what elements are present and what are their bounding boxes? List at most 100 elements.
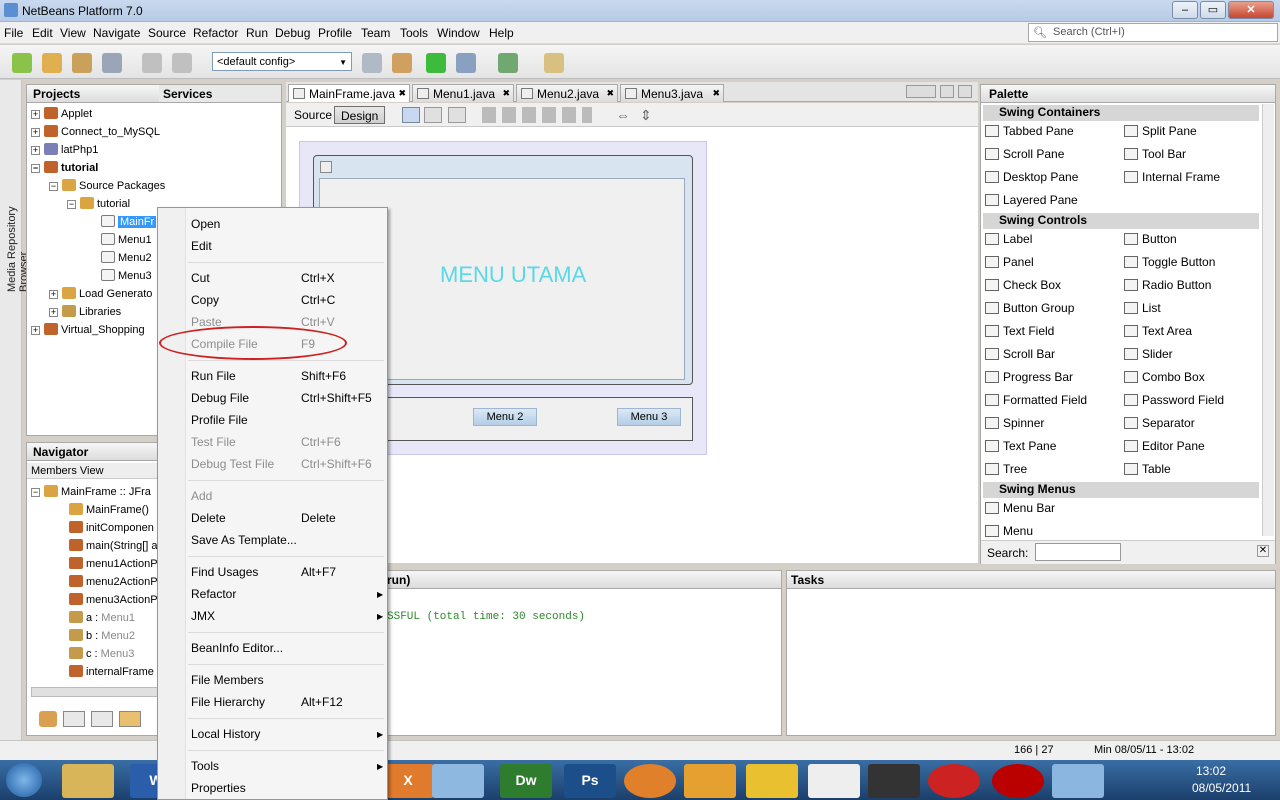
palette-item[interactable]: Button [1124, 232, 1177, 246]
menu-item-file-members[interactable]: File Members [191, 673, 264, 687]
palette-item[interactable]: Slider [1124, 347, 1173, 361]
debug-icon[interactable] [456, 53, 476, 73]
open-project-icon[interactable] [72, 53, 92, 73]
palette-scrollbar[interactable] [1262, 104, 1274, 536]
section-swing-controls[interactable]: Swing Controls [983, 213, 1259, 229]
close-icon[interactable]: ✖ [712, 88, 720, 99]
menu-file[interactable]: File [4, 26, 23, 40]
selection-mode-icon[interactable] [402, 107, 420, 123]
redo-icon[interactable] [172, 53, 192, 73]
palette-item[interactable]: Password Field [1124, 393, 1224, 407]
xampp-icon[interactable]: X [382, 764, 434, 798]
palette-item[interactable]: Tabbed Pane [985, 124, 1074, 138]
maximize-button[interactable]: ▭ [1200, 1, 1226, 19]
close-icon[interactable]: ✕ [1257, 545, 1269, 557]
menu-item-debug-file[interactable]: Debug File [191, 391, 249, 405]
palette-item[interactable]: Text Pane [985, 439, 1056, 453]
palette-item[interactable]: Layered Pane [985, 193, 1078, 207]
preview-design-icon[interactable] [448, 107, 466, 123]
nav-item[interactable]: − MainFrame :: JFra [31, 485, 151, 498]
palette-item[interactable]: Tree [985, 462, 1027, 476]
apply-code-changes-icon[interactable] [544, 53, 564, 73]
tab-mainframe[interactable]: MainFrame.java ✖ [288, 84, 410, 102]
minimize-button[interactable]: – [1172, 1, 1198, 19]
tree-item-menu1[interactable]: Menu1 [101, 233, 152, 246]
connection-mode-icon[interactable] [424, 107, 442, 123]
menu-item-run-file[interactable]: Run File [191, 369, 236, 383]
align-tools-icon[interactable] [482, 107, 592, 123]
menu-item-file-hierarchy[interactable]: File Hierarchy [191, 695, 265, 709]
run-icon[interactable] [426, 53, 446, 73]
close-icon[interactable]: ✖ [606, 88, 614, 99]
palette-item[interactable]: Scroll Pane [985, 147, 1064, 161]
smart-icon[interactable] [928, 764, 980, 798]
palette-item[interactable]: Internal Frame [1124, 170, 1220, 184]
build-icon[interactable] [362, 53, 382, 73]
palette-item[interactable]: Separator [1124, 416, 1195, 430]
filter-static-icon[interactable] [91, 711, 113, 727]
filter-nonpublic-icon[interactable] [119, 711, 141, 727]
resize-horizontal-icon[interactable]: ⇔ [616, 107, 634, 123]
clean-build-icon[interactable] [392, 53, 412, 73]
menu-view[interactable]: View [60, 26, 86, 40]
close-button[interactable]: ✕ [1228, 1, 1274, 19]
start-button[interactable] [6, 763, 42, 797]
nav-item[interactable]: b : Menu2 [69, 629, 135, 642]
menu-debug[interactable]: Debug [275, 26, 310, 40]
nav-item[interactable]: c : Menu3 [69, 647, 134, 660]
menu-item-open[interactable]: Open [191, 217, 220, 231]
palette-item[interactable]: Combo Box [1124, 370, 1205, 384]
tree-item-tutorial[interactable]: − tutorial [31, 161, 98, 174]
menu-item-jmx[interactable]: JMX [191, 609, 215, 623]
menu-item-profile-file[interactable]: Profile File [191, 413, 248, 427]
palette-search-input[interactable] [1035, 543, 1121, 561]
profile-icon[interactable] [498, 53, 518, 73]
section-swing-menus[interactable]: Swing Menus [983, 482, 1259, 498]
tree-item-libraries[interactable]: + Libraries [49, 305, 121, 318]
filter-icon[interactable] [39, 711, 57, 727]
menu-item-refactor[interactable]: Refactor [191, 587, 236, 601]
palette-item[interactable]: Table [1124, 462, 1171, 476]
firefox-icon[interactable] [624, 764, 676, 798]
tree-item-menu2[interactable]: Menu2 [101, 251, 152, 264]
tree-item-connect[interactable]: + Connect_to_MySQL [31, 125, 160, 138]
tree-item-mainframe[interactable]: MainFr [101, 215, 157, 228]
palette-item[interactable]: Radio Button [1124, 278, 1211, 292]
menu-source[interactable]: Source [148, 26, 186, 40]
palette-item[interactable]: Panel [985, 255, 1034, 269]
services-tab[interactable]: Services [159, 85, 281, 103]
tree-item-source-packages[interactable]: − Source Packages [49, 179, 165, 192]
tree-item-menu3[interactable]: Menu3 [101, 269, 152, 282]
palette-item[interactable]: Text Field [985, 324, 1054, 338]
menu-team[interactable]: Team [361, 26, 390, 40]
menu-refactor[interactable]: Refactor [193, 26, 238, 40]
menu-navigate[interactable]: Navigate [93, 26, 140, 40]
palette-item[interactable]: List [1124, 301, 1161, 315]
photoshop-icon[interactable]: Ps [564, 764, 616, 798]
game-icon[interactable] [868, 764, 920, 798]
tree-item-latphp[interactable]: + latPhp1 [31, 143, 98, 156]
pidgin-icon[interactable] [746, 764, 798, 798]
menu-item-copy[interactable]: Copy [191, 293, 219, 307]
config-select[interactable]: <default config> ▼ [212, 52, 352, 71]
close-icon[interactable]: ✖ [398, 88, 406, 99]
nav-item[interactable]: MainFrame() [69, 503, 149, 516]
nav-item[interactable]: initComponen [69, 521, 154, 534]
tasks-header[interactable]: Tasks [787, 571, 1275, 589]
notepad-icon[interactable] [808, 764, 860, 798]
design-toggle[interactable]: Design [334, 106, 386, 124]
palette-item[interactable]: Tool Bar [1124, 147, 1186, 161]
menu-item-save-as-template[interactable]: Save As Template... [191, 533, 297, 547]
menu-help[interactable]: Help [489, 26, 514, 40]
menu-tools[interactable]: Tools [400, 26, 428, 40]
menu-item-tools[interactable]: Tools [191, 759, 219, 773]
new-file-icon[interactable] [12, 53, 32, 73]
menu-item-properties[interactable]: Properties [191, 781, 246, 795]
menu-utama-label[interactable]: MENU UTAMA [440, 262, 586, 288]
palette-item[interactable]: Label [985, 232, 1032, 246]
resize-vertical-icon[interactable]: ⇕ [640, 107, 658, 123]
tree-item-applet[interactable]: + Applet [31, 107, 92, 120]
paint-icon[interactable] [1052, 764, 1104, 798]
palette-item[interactable]: Editor Pane [1124, 439, 1205, 453]
nav-item[interactable]: main(String[] a [69, 539, 158, 552]
